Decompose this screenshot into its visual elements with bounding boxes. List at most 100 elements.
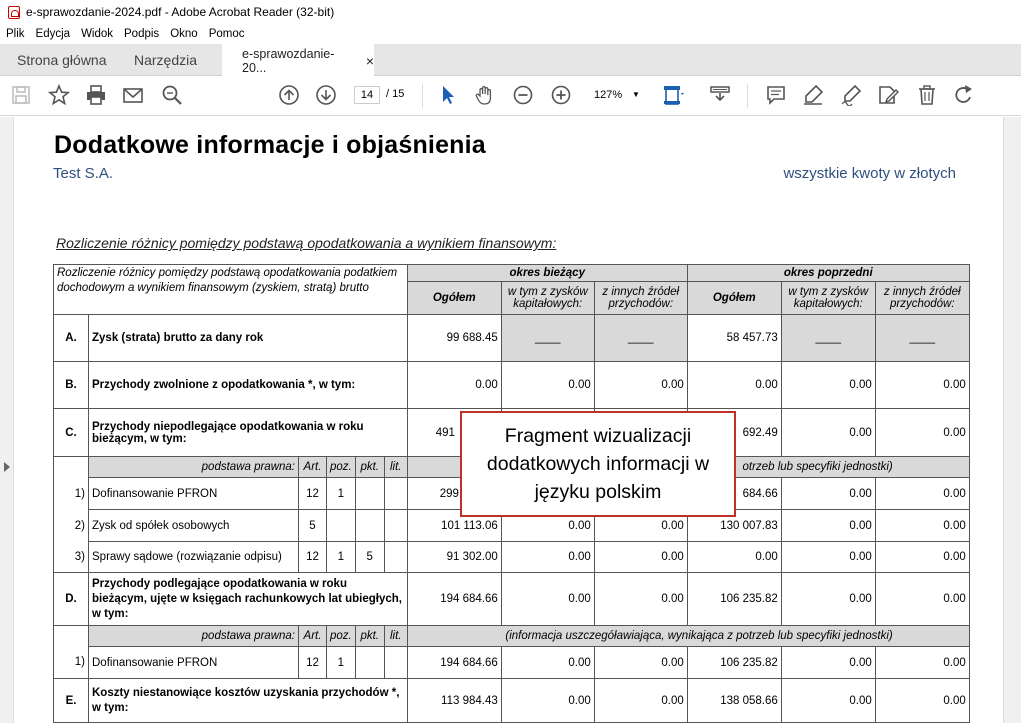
- zoom-out-icon[interactable]: [512, 84, 534, 106]
- row-mark: B.: [53, 361, 89, 409]
- page-down-icon[interactable]: [315, 84, 337, 106]
- row-mark: 1): [53, 646, 89, 679]
- poz-value: 1: [326, 646, 356, 679]
- zoom-select[interactable]: 127% ▼: [590, 86, 646, 104]
- fit-page-icon[interactable]: [662, 84, 684, 106]
- rotate-icon[interactable]: [953, 84, 975, 106]
- tab-home[interactable]: Strona główna: [17, 44, 107, 76]
- legal-basis-label: podstawa prawna:: [88, 456, 299, 478]
- save-icon[interactable]: [10, 84, 32, 106]
- row-mark: C.: [53, 408, 89, 457]
- art-header: Art.: [298, 456, 327, 478]
- window-title: e-sprawozdanie-2024.pdf - Adobe Acrobat …: [26, 5, 335, 19]
- cell-value: 0.00: [593, 678, 688, 723]
- col-total-cur: Ogółem: [406, 281, 502, 315]
- acrobat-icon: [8, 5, 20, 19]
- cell-value: 0.00: [500, 572, 595, 626]
- table-row: D. Przychody podlegające opodatkowania w…: [53, 572, 970, 626]
- menu-edycja[interactable]: Edycja: [36, 28, 71, 40]
- highlight-pen-icon[interactable]: [802, 84, 824, 106]
- page-number-input[interactable]: 14: [354, 86, 380, 104]
- comment-icon[interactable]: [765, 84, 787, 106]
- cell-value: 0.00: [874, 646, 970, 679]
- edit-pdf-icon[interactable]: [877, 84, 899, 106]
- art-value: 12: [298, 477, 327, 510]
- period-previous-header: okres poprzedni: [686, 264, 970, 282]
- row-label: Dofinansowanie PFRON: [88, 477, 299, 510]
- hand-tool-icon[interactable]: [474, 84, 496, 106]
- legal-basis-row: podstawa prawna: Art. poz. pkt. lit. (in…: [53, 625, 970, 647]
- cell-value: 194 684.66: [406, 572, 502, 626]
- art-header: Art.: [298, 625, 327, 647]
- cell-value: 0.00: [780, 477, 876, 510]
- menu-widok[interactable]: Widok: [81, 28, 113, 40]
- cell-value: 0.00: [874, 361, 970, 409]
- expand-panel-icon[interactable]: [4, 462, 10, 472]
- close-icon[interactable]: ×: [366, 53, 374, 69]
- left-panel-strip: [0, 117, 14, 723]
- chevron-down-icon: ▼: [632, 90, 640, 99]
- cell-value: 0.00: [686, 361, 782, 409]
- table-row: 1) Dofinansowanie PFRON 12 1 194 684.66 …: [53, 646, 970, 679]
- menu-podpis[interactable]: Podpis: [124, 28, 159, 40]
- cell-value: 113 984.43: [406, 678, 502, 723]
- row-label: Przychody niepodlegające opodatkowania w…: [88, 408, 408, 457]
- legal-basis-label: podstawa prawna:: [88, 625, 299, 647]
- tab-tools[interactable]: Narzędzia: [134, 44, 197, 76]
- poz-header: poz.: [326, 625, 356, 647]
- pkt-header: pkt.: [354, 625, 385, 647]
- tab-bar: Strona główna Narzędzia e-sprawozdanie-2…: [0, 44, 1021, 77]
- cell-value: 0.00: [780, 678, 876, 723]
- info-note: (informacja uszczegóławiająca, wynikając…: [406, 625, 970, 647]
- bookmark-star-icon[interactable]: [47, 83, 71, 106]
- cell-value: 0.00: [780, 509, 876, 542]
- tab-document[interactable]: e-sprawozdanie-20... ×: [222, 44, 374, 77]
- page-total-count: 15: [392, 88, 405, 100]
- menu-okno[interactable]: Okno: [170, 28, 198, 40]
- empty-cell: [383, 541, 408, 573]
- email-icon[interactable]: [122, 84, 144, 106]
- art-value: 12: [298, 646, 327, 679]
- poz-value: 1: [326, 541, 356, 573]
- section-title: Rozliczenie różnicy pomiędzy podstawą op…: [56, 235, 557, 251]
- poz-value: 1: [326, 477, 356, 510]
- page-up-icon[interactable]: [278, 84, 300, 106]
- lit-header: lit.: [383, 456, 408, 478]
- cell-value: 0.00: [593, 361, 688, 409]
- cell-dash: ____: [500, 314, 595, 362]
- company-name: Test S.A.: [53, 165, 114, 182]
- select-cursor-icon[interactable]: [437, 84, 459, 106]
- menu-pomoc[interactable]: Pomoc: [209, 28, 245, 40]
- page-separator: /: [386, 88, 390, 100]
- page-total: / 15: [386, 88, 404, 100]
- row-mark: E.: [53, 678, 89, 723]
- search-icon[interactable]: [161, 84, 183, 106]
- cell-value: 0.00: [780, 646, 876, 679]
- cell-value: 0.00: [500, 361, 595, 409]
- empty-cell: [354, 477, 385, 510]
- zoom-in-icon[interactable]: [550, 84, 572, 106]
- col-other-prev: z innych źródeł przychodów:: [874, 281, 970, 315]
- cell-value: 0.00: [874, 678, 970, 723]
- cell-value: 0.00: [874, 541, 970, 573]
- menu-plik[interactable]: Plik: [6, 28, 25, 40]
- cell-value: 0.00: [780, 541, 876, 573]
- delete-icon[interactable]: [916, 84, 938, 106]
- cell-value: 58 457.73: [686, 314, 782, 362]
- row-label: Dofinansowanie PFRON: [88, 646, 299, 679]
- cell-dash: ____: [593, 314, 688, 362]
- print-icon[interactable]: [85, 84, 107, 106]
- row-label: Przychody zwolnione z opodatkowania *, w…: [88, 361, 408, 409]
- cell-value: 0.00: [874, 477, 970, 510]
- overlay-callout: Fragment wizualizacji dodatkowych inform…: [460, 411, 736, 517]
- cell-value: 194 684.66: [406, 646, 502, 679]
- cell-value: 0.00: [874, 509, 970, 542]
- empty-cell: [326, 509, 356, 542]
- cell-value: 0.00: [874, 408, 970, 457]
- scroll-mode-icon[interactable]: [709, 84, 731, 106]
- toolbar-divider: [422, 84, 423, 108]
- sign-icon[interactable]: [840, 84, 862, 107]
- row-label: Zysk (strata) brutto za dany rok: [88, 314, 408, 362]
- cell-value: 0.00: [874, 572, 970, 626]
- empty-cell: [383, 509, 408, 542]
